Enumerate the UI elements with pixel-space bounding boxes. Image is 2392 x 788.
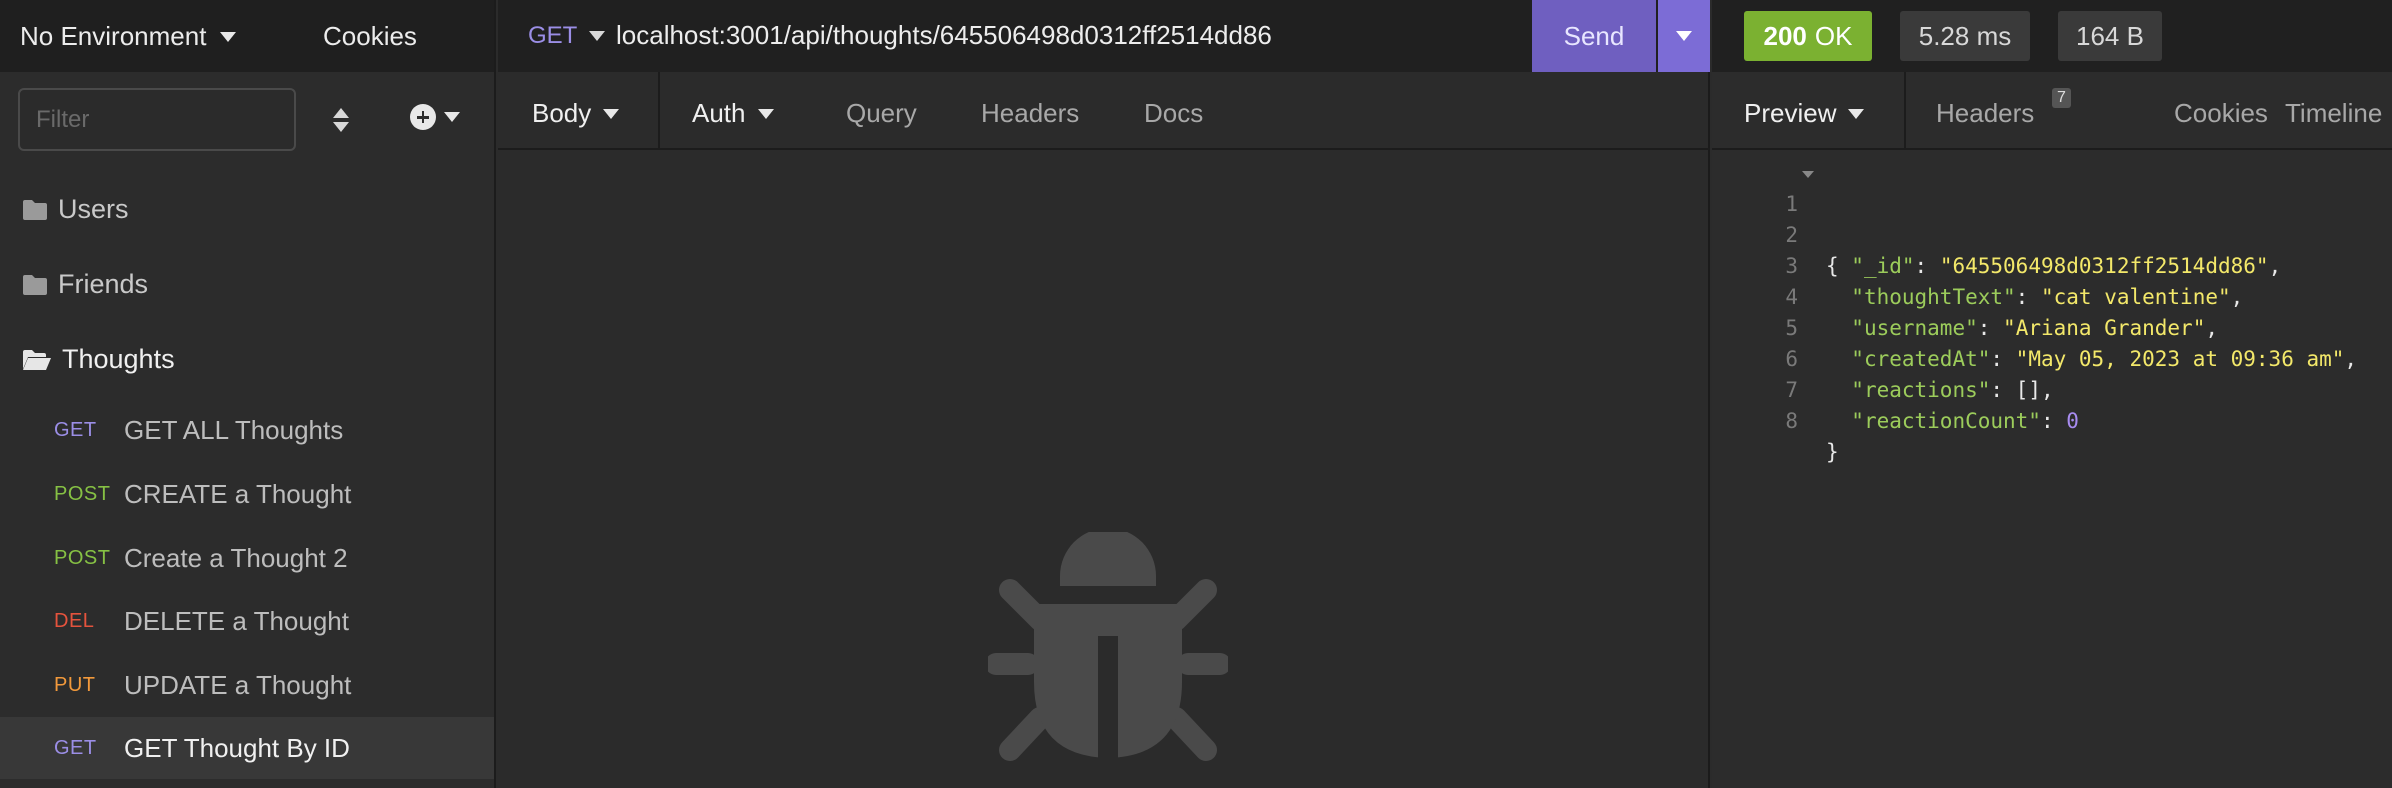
bug-icon [988,532,1228,761]
folder-icon [23,199,47,220]
code-line: 3 "thoughtText": "cat valentine", [1712,220,2392,309]
response-status-bar: 200 OK 5.28 ms 164 B [1712,0,2392,72]
chevron-down-icon [603,108,620,119]
tab-label: Preview [1744,98,1837,128]
request-item[interactable]: PUT UPDATE a Thought [0,654,494,716]
tab-headers[interactable]: Headers [981,98,1079,129]
response-json-viewer: 1 { 2 "_id": "645506498d0312ff2514dd86",… [1712,158,2392,464]
environment-select[interactable]: No Environment [20,21,237,52]
method-badge: DEL [54,609,95,632]
response-pane: 200 OK 5.28 ms 164 B Preview Headers 7 C… [1712,0,2392,788]
chevron-down-icon [1676,31,1692,41]
folder-label: Thoughts [62,344,175,374]
method-badge: POST [54,482,111,505]
cookies-button[interactable]: Cookies [323,21,417,52]
code-line: 7 "reactionCount": 0 [1712,344,2392,433]
tab-query[interactable]: Query [846,98,917,129]
request-item-active[interactable]: GET GET Thought By ID [0,717,494,779]
request-tabs: Body Auth Query Headers Docs [498,72,1710,150]
request-name: CREATE a Thought [124,478,352,509]
environment-label: No Environment [20,21,207,51]
sort-button[interactable] [326,100,356,140]
tab-label: Headers [1936,98,2035,128]
tab-response-cookies[interactable]: Cookies [2174,98,2268,129]
json-value-reactioncount: 0 [2066,409,2079,433]
folder-users[interactable]: Users [22,194,129,225]
tab-label: Cookies [2174,98,2268,128]
tab-response-headers[interactable]: Headers 7 [1936,88,2071,129]
method-label: GET [528,22,578,49]
folder-friends[interactable]: Friends [22,269,148,300]
url-bar: GET localhost:3001/api/thoughts/64550649… [498,0,1710,72]
tab-divider [1904,72,1906,150]
tab-divider [658,72,660,150]
method-badge: PUT [54,673,96,696]
send-options-button[interactable] [1658,0,1710,72]
tab-label: Timeline [2285,98,2383,128]
status-text: OK [1814,20,1853,51]
request-pane: GET localhost:3001/api/thoughts/64550649… [498,0,1710,788]
tab-label: Body [532,98,592,128]
folder-thoughts[interactable]: Thoughts [22,344,175,375]
code-line: 2 "_id": "645506498d0312ff2514dd86", [1712,189,2392,278]
plus-circle-icon [410,104,436,130]
request-item[interactable]: GET GET ALL Thoughts [0,399,494,461]
request-item[interactable]: POST CREATE a Thought [0,463,494,525]
request-name: GET ALL Thoughts [124,414,344,445]
request-name: Create a Thought 2 [124,542,348,573]
status-badge: 200 OK [1744,11,1872,61]
folder-label: Friends [58,269,149,299]
response-tabs: Preview Headers 7 Cookies Timeline [1712,72,2392,150]
tab-label: Docs [1144,98,1204,128]
tab-label: Query [846,98,917,128]
code-line: 1 { [1712,158,2392,278]
tab-preview[interactable]: Preview [1744,98,1865,129]
chevron-down-icon [1848,108,1865,119]
chevron-down-icon [589,31,606,41]
url-input[interactable]: localhost:3001/api/thoughts/645506498d03… [616,20,1272,51]
tab-docs[interactable]: Docs [1144,98,1203,129]
method-badge: GET [54,418,97,441]
send-button[interactable]: Send [1532,0,1656,72]
code-line: 6 "reactions": [], [1712,313,2392,402]
request-name: DELETE a Thought [124,605,349,636]
folder-icon [23,274,47,295]
filter-input[interactable] [18,88,296,151]
code-line: 5 "createdAt": "May 05, 2023 at 09:36 am… [1712,282,2392,371]
sort-icon [333,108,349,132]
sidebar: No Environment Cookies Users Friends Tho… [0,0,496,788]
status-code: 200 [1763,20,1807,51]
tab-body[interactable]: Body [532,98,620,129]
code-line: 8 } [1712,375,2392,464]
headers-count-badge: 7 [2052,88,2071,108]
folder-label: Users [58,194,129,224]
chevron-down-icon [220,31,237,42]
tab-timeline[interactable]: Timeline [2285,98,2382,129]
request-item[interactable]: DEL DELETE a Thought [0,590,494,652]
tab-label: Headers [981,98,1080,128]
method-badge: GET [54,736,97,759]
method-badge: POST [54,546,111,569]
method-select[interactable]: GET [528,22,606,50]
request-name: GET Thought By ID [124,732,350,763]
sidebar-header: No Environment Cookies [0,0,494,72]
chevron-down-icon [444,112,460,122]
request-item[interactable]: POST Create a Thought 2 [0,527,494,589]
tab-label: Auth [692,98,746,128]
response-size-badge: 164 B [2058,11,2162,61]
folder-open-icon [23,349,51,370]
chevron-down-icon [757,108,774,119]
fold-toggle-icon[interactable] [1802,171,1814,178]
line-number: 8 [1785,409,1798,433]
add-item-button[interactable] [410,104,460,130]
code-line: 4 "username": "Ariana Grander", [1712,251,2392,340]
response-time-badge: 5.28 ms [1900,11,2030,61]
request-name: UPDATE a Thought [124,669,352,700]
tab-auth[interactable]: Auth [692,98,774,129]
